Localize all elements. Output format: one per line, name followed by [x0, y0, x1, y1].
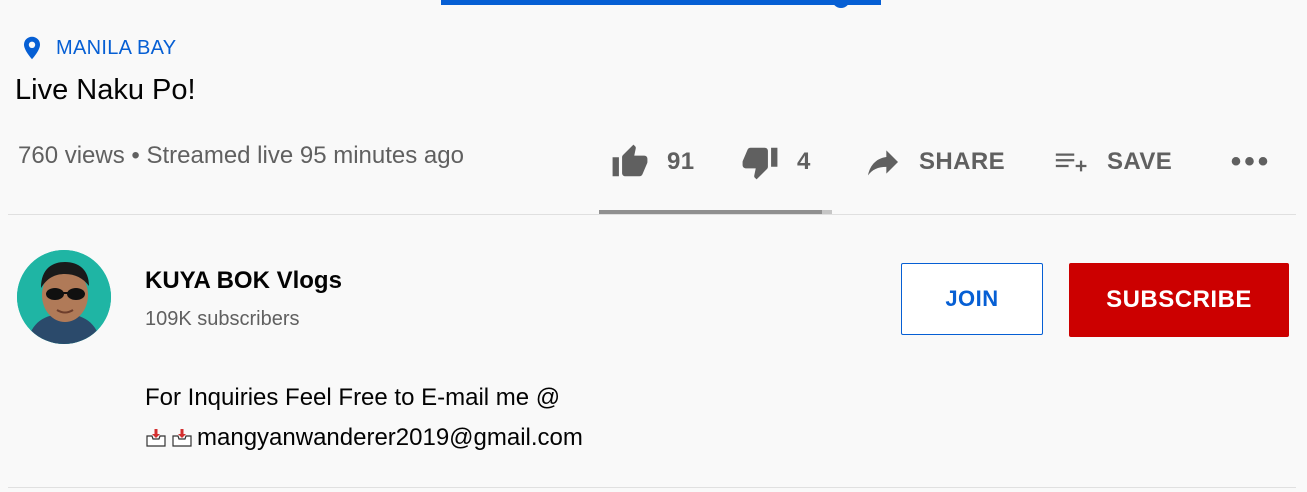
email-line: mangyanwanderer2019@gmail.com [145, 418, 583, 458]
inbox-tray-icon [146, 429, 166, 447]
playlist-add-icon [1055, 153, 1087, 172]
share-button[interactable]: SHARE [863, 142, 1053, 182]
avatar[interactable] [17, 250, 111, 344]
action-bar: 91 4 SHARE SAVE ••• [611, 138, 1271, 186]
dislike-count: 4 [797, 148, 811, 175]
join-button[interactable]: JOIN [901, 263, 1043, 335]
location-link[interactable]: MANILA BAY [22, 36, 176, 60]
email-text[interactable]: mangyanwanderer2019@gmail.com [197, 418, 583, 458]
thumbs-up-icon [612, 144, 648, 177]
dislike-button[interactable]: 4 [741, 143, 863, 181]
video-title: Live Naku Po! [15, 74, 196, 106]
more-horizontal-icon: ••• [1230, 145, 1272, 178]
location-pin-icon [24, 36, 40, 60]
player-scrubber-knob[interactable] [832, 0, 850, 8]
channel-avatar-image [17, 250, 111, 344]
subscribe-button[interactable]: SUBSCRIBE [1069, 263, 1289, 337]
inbox-tray-icon [172, 429, 192, 447]
channel-name[interactable]: KUYA BOK Vlogs [145, 267, 342, 295]
more-actions-button[interactable]: ••• [1231, 147, 1271, 177]
player-progress-bar[interactable] [441, 0, 881, 5]
share-label: SHARE [919, 148, 1006, 175]
divider-bottom [8, 487, 1296, 488]
divider-top [8, 214, 1296, 215]
like-button[interactable]: 91 [611, 143, 741, 181]
video-meta: 760 views • Streamed live 95 minutes ago [18, 142, 464, 169]
description-line: For Inquiries Feel Free to E-mail me @ [145, 384, 561, 411]
like-count: 91 [667, 148, 695, 175]
save-label: SAVE [1107, 148, 1173, 175]
thumbs-down-icon [742, 147, 778, 180]
subscriber-count: 109K subscribers [145, 308, 300, 330]
save-button[interactable]: SAVE [1053, 145, 1231, 179]
video-description: For Inquiries Feel Free to E-mail me @ m… [145, 378, 583, 458]
share-arrow-icon [868, 150, 898, 176]
location-label: MANILA BAY [56, 36, 177, 59]
